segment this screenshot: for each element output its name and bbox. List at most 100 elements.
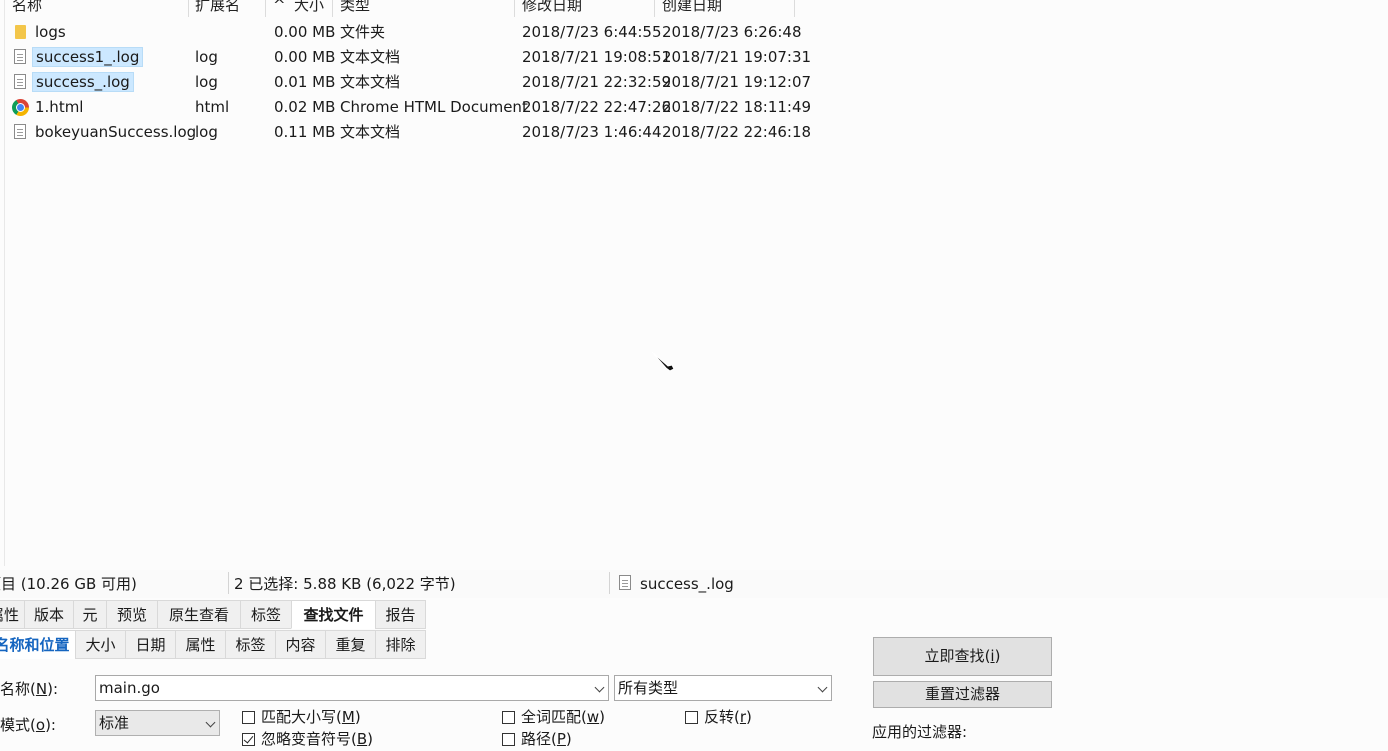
subtab-tags[interactable]: 标签 [225, 630, 276, 659]
file-name: success1_.log [32, 47, 144, 67]
status-items-free: 项目 (10.26 GB 可用) [0, 575, 137, 593]
applied-filters-label: 应用的过滤器: [872, 723, 968, 741]
mode-field-label: 模式(o): [0, 716, 56, 734]
chevron-down-icon[interactable] [594, 682, 605, 693]
file-type-value: 所有类型 [618, 679, 679, 697]
match-case-checkbox[interactable] [242, 711, 255, 724]
tab-label: 属性 [185, 636, 216, 654]
text-file-icon [14, 124, 26, 139]
tab-preview[interactable]: 预览 [106, 600, 158, 629]
file-extension: log [195, 123, 218, 141]
tab-label: 大小 [85, 636, 116, 654]
name-combo-input[interactable]: main.go [95, 675, 609, 701]
tab-label: 原生查看 [168, 606, 229, 624]
reset-filter-button[interactable]: 重置过滤器 [873, 681, 1052, 708]
whole-word-checkbox[interactable] [502, 711, 515, 724]
subtab-exclude[interactable]: 排除 [375, 630, 426, 659]
find-now-button[interactable]: 立即查找(i) [873, 637, 1052, 676]
file-row[interactable]: 1.html html 0.02 MB Chrome HTML Document… [0, 95, 811, 120]
column-divider[interactable] [332, 0, 333, 17]
file-size: 0.02 MB [274, 98, 336, 116]
path-label: 路径(P) [521, 730, 572, 748]
column-header-size[interactable]: 大小 [294, 0, 324, 16]
status-selection: 2 已选择: 5.88 KB (6,022 字节) [234, 575, 456, 593]
file-name: 1.html [35, 98, 84, 116]
file-modified: 2018/7/23 1:46:44 [522, 123, 662, 141]
tab-tags[interactable]: 标签 [240, 600, 292, 629]
tab-version[interactable]: 版本 [24, 600, 74, 629]
path-checkbox[interactable] [502, 733, 515, 746]
text-file-icon [619, 575, 631, 590]
file-created: 2018/7/23 6:26:48 [662, 23, 802, 41]
file-modified: 2018/7/21 19:08:51 [522, 48, 672, 66]
chevron-down-icon[interactable] [817, 682, 828, 693]
chrome-icon [12, 99, 29, 116]
tab-properties[interactable]: 属性 [0, 600, 25, 629]
file-size: 0.11 MB [274, 123, 336, 141]
file-row[interactable]: bokeyuanSuccess.log log 0.11 MB 文本文档 201… [0, 120, 811, 145]
subtab-date[interactable]: 日期 [125, 630, 176, 659]
tab-label: 属性 [0, 606, 19, 624]
file-type: 文本文档 [340, 123, 401, 141]
column-divider[interactable] [654, 0, 655, 17]
sort-ascending-icon: ^ [273, 0, 286, 14]
chevron-down-icon[interactable] [205, 717, 216, 728]
tab-raw-view[interactable]: 原生查看 [157, 600, 241, 629]
file-size: 0.00 MB [274, 23, 336, 41]
file-created: 2018/7/21 19:12:07 [662, 73, 812, 91]
tab-meta[interactable]: 元 [73, 600, 107, 629]
column-divider[interactable] [188, 0, 189, 17]
file-size: 0.00 MB [274, 48, 336, 66]
whole-word-label: 全词匹配(w) [521, 708, 606, 726]
mouse-cursor-icon [651, 351, 675, 372]
subtab-attributes[interactable]: 属性 [175, 630, 226, 659]
column-divider[interactable] [265, 0, 266, 17]
tab-label: 报告 [385, 606, 416, 624]
column-header-name[interactable]: 名称 [12, 0, 42, 16]
file-created: 2018/7/22 18:11:49 [662, 98, 812, 116]
column-header-type[interactable]: 类型 [340, 0, 370, 16]
file-modified: 2018/7/22 22:47:26 [522, 98, 672, 116]
column-divider[interactable] [794, 0, 795, 17]
file-modified: 2018/7/23 6:44:55 [522, 23, 662, 41]
file-type-select[interactable]: 所有类型 [614, 675, 832, 701]
subtab-duplicates[interactable]: 重复 [325, 630, 376, 659]
file-modified: 2018/7/21 22:32:59 [522, 73, 672, 91]
tab-find-files[interactable]: 查找文件 [291, 600, 376, 629]
tab-report[interactable]: 报告 [375, 600, 426, 629]
file-type: 文本文档 [340, 73, 401, 91]
subtab-name-location[interactable]: 名称和位置 [0, 630, 76, 659]
file-extension: log [195, 48, 218, 66]
file-name: success_.log [32, 72, 134, 92]
ignore-diacritics-checkbox[interactable] [242, 733, 255, 746]
tab-label: 排除 [385, 636, 416, 654]
name-value: main.go [99, 679, 160, 697]
file-created: 2018/7/21 19:07:31 [662, 48, 812, 66]
invert-checkbox[interactable] [685, 711, 698, 724]
file-type: 文件夹 [340, 23, 386, 41]
tab-label: 元 [82, 606, 98, 624]
file-row[interactable]: success_.log log 0.01 MB 文本文档 2018/7/21 … [0, 70, 811, 95]
status-bar: 项目 (10.26 GB 可用) 2 已选择: 5.88 KB (6,022 字… [0, 570, 1388, 598]
file-type: 文本文档 [340, 48, 401, 66]
mode-select[interactable]: 标准 [95, 710, 220, 736]
status-divider [228, 572, 229, 594]
text-file-icon [14, 49, 26, 64]
column-header-created[interactable]: 创建日期 [662, 0, 722, 16]
column-header-extension[interactable]: 扩展名 [195, 0, 240, 16]
file-extension: log [195, 73, 218, 91]
file-row[interactable]: logs 0.00 MB 文件夹 2018/7/23 6:44:55 2018/… [0, 20, 802, 45]
column-header-modified[interactable]: 修改日期 [522, 0, 582, 16]
subtab-size[interactable]: 大小 [75, 630, 126, 659]
tab-label: 预览 [116, 606, 147, 624]
file-list-pane[interactable]: 名称 扩展名 ^ 大小 类型 修改日期 创建日期 logs 0.00 MB 文件… [0, 0, 1388, 570]
tab-label: 重复 [335, 636, 366, 654]
subtab-contents[interactable]: 内容 [275, 630, 326, 659]
status-divider [609, 572, 610, 594]
file-row[interactable]: success1_.log log 0.00 MB 文本文档 2018/7/21… [0, 45, 811, 70]
file-name: logs [35, 23, 66, 41]
tab-label: 标签 [250, 606, 281, 624]
column-divider[interactable] [514, 0, 515, 17]
folder-icon [15, 25, 26, 39]
tab-label: 标签 [235, 636, 266, 654]
